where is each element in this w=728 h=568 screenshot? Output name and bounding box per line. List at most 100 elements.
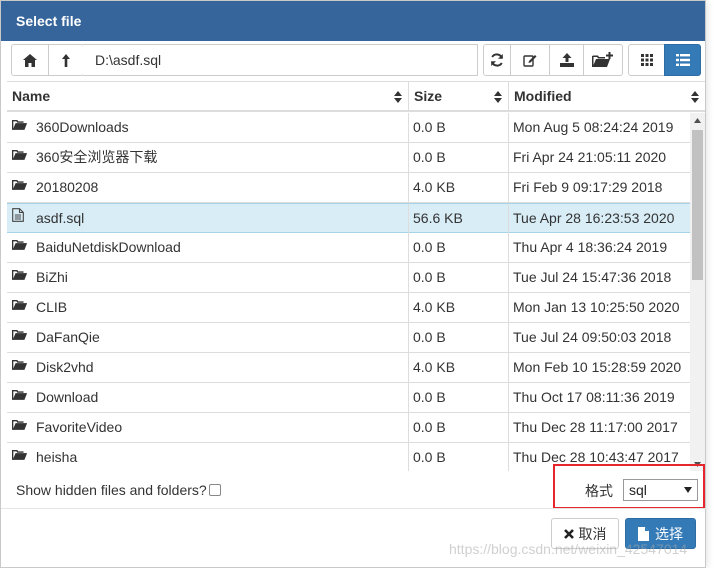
file-name: Disk2vhd: [36, 359, 94, 375]
file-modified: Mon Aug 5 08:24:24 2019: [513, 119, 674, 135]
vertical-scrollbar[interactable]: [690, 113, 705, 471]
show-hidden-checkbox[interactable]: [209, 484, 221, 496]
refresh-icon: [491, 53, 503, 67]
file-table: Name Size Modified 360Downloads 0.0 B Mon …: [7, 81, 705, 471]
table-header: Name Size Modified: [7, 82, 705, 112]
file-modified: Thu Oct 17 08:11:36 2019: [513, 389, 675, 405]
file-size: 0.0 B: [413, 419, 446, 435]
file-name-cell: 360Downloads: [12, 113, 407, 142]
home-icon: [23, 53, 37, 67]
upload-button[interactable]: [549, 44, 584, 76]
path-input[interactable]: D:\asdf.sql: [83, 44, 478, 76]
file-size: 0.0 B: [413, 119, 446, 135]
up-button[interactable]: [48, 44, 84, 76]
column-header-modified[interactable]: Modified: [509, 82, 705, 112]
file-name-cell: Disk2vhd: [12, 353, 407, 382]
table-row[interactable]: 360安全浏览器下载 0.0 B Fri Apr 24 21:05:11 2020: [7, 143, 690, 173]
file-size: 4.0 KB: [413, 359, 456, 375]
file-modified: Fri Apr 24 21:05:11 2020: [513, 149, 667, 165]
file-name: BaiduNetdiskDownload: [36, 239, 181, 255]
table-row[interactable]: Disk2vhd 4.0 KB Mon Feb 10 15:28:59 2020: [7, 353, 690, 383]
folder-open-icon: [12, 443, 30, 471]
new-folder-button[interactable]: [583, 44, 623, 76]
file-icon: [638, 526, 649, 541]
file-modified: Fri Feb 9 09:17:29 2018: [513, 179, 663, 195]
scroll-up-arrow-icon[interactable]: [690, 113, 705, 128]
grid-view-button[interactable]: [628, 44, 665, 76]
table-row[interactable]: 360Downloads 0.0 B Mon Aug 5 08:24:24 2019: [7, 113, 690, 143]
file-name: DaFanQie: [36, 329, 100, 345]
refresh-button[interactable]: [483, 44, 511, 76]
file-name: CLIB: [36, 299, 68, 315]
file-name: 360Downloads: [36, 119, 129, 135]
file-name-cell: BaiduNetdiskDownload: [12, 233, 407, 262]
file-name-cell: asdf.sql: [12, 204, 407, 233]
table-body: 360Downloads 0.0 B Mon Aug 5 08:24:24 2019…: [7, 113, 690, 471]
table-row[interactable]: Download 0.0 B Thu Oct 17 08:11:36 2019: [7, 383, 690, 413]
file-name-cell: BiZhi: [12, 263, 407, 292]
file-modified: Mon Jan 13 10:25:50 2020: [513, 299, 680, 315]
footer-divider: [1, 508, 707, 509]
format-label: 格式: [585, 483, 613, 499]
new-folder-icon: [592, 52, 613, 67]
home-button[interactable]: [11, 44, 49, 76]
edit-button[interactable]: [510, 44, 550, 76]
file-size: 0.0 B: [413, 329, 446, 345]
folder-open-icon: [12, 353, 30, 381]
file-size: 0.0 B: [413, 149, 446, 165]
file-name: FavoriteVideo: [36, 419, 123, 435]
file-modified: Tue Jul 24 15:47:36 2018: [513, 269, 672, 285]
scroll-thumb[interactable]: [692, 130, 703, 280]
file-size: 56.6 KB: [413, 210, 463, 226]
file-size: 4.0 KB: [413, 299, 456, 315]
file-name-cell: Download: [12, 383, 407, 412]
table-row[interactable]: FavoriteVideo 0.0 B Thu Dec 28 11:17:00 20…: [7, 413, 690, 443]
column-header-size[interactable]: Size: [409, 82, 508, 112]
file-name: 360安全浏览器下载: [36, 149, 158, 165]
file-modified: Thu Dec 28 11:17:00 2017: [513, 419, 678, 435]
file-dialog: Select file D:\asdf.sql Name Size Modifi…: [0, 0, 707, 568]
column-header-label: Name: [12, 88, 51, 104]
grid-view-icon: [640, 54, 653, 66]
table-row[interactable]: BiZhi 0.0 B Tue Jul 24 15:47:36 2018: [7, 263, 690, 293]
list-view-icon: [675, 54, 690, 66]
table-row[interactable]: DaFanQie 0.0 B Tue Jul 24 09:50:03 2018: [7, 323, 690, 353]
file-name-cell: heisha: [12, 443, 407, 471]
arrow-up-icon: [62, 53, 70, 67]
folder-open-icon: [12, 293, 30, 321]
toolbar: D:\asdf.sql: [11, 44, 701, 76]
file-modified: Tue Jul 24 09:50:03 2018: [513, 329, 672, 345]
folder-open-icon: [12, 233, 30, 261]
folder-open-icon: [12, 173, 30, 201]
upload-icon: [559, 53, 574, 67]
format-select[interactable]: sql: [623, 479, 698, 501]
file-modified: Tue Apr 28 16:23:53 2020: [513, 210, 675, 226]
file-size: 0.0 B: [413, 449, 446, 465]
show-hidden-label: Show hidden files and folders?: [16, 482, 207, 498]
folder-open-icon: [12, 263, 30, 291]
list-view-button[interactable]: [664, 44, 701, 76]
table-row[interactable]: BaiduNetdiskDownload 0.0 B Thu Apr 4 18:36…: [7, 233, 690, 263]
sort-icon: [394, 91, 402, 103]
file-size: 0.0 B: [413, 389, 446, 405]
file-text-icon: [12, 204, 30, 232]
sort-icon: [494, 91, 502, 103]
table-row[interactable]: asdf.sql 56.6 KB Tue Apr 28 16:23:53 2020: [7, 203, 690, 234]
file-modified: Mon Feb 10 15:28:59 2020: [513, 359, 682, 375]
table-row[interactable]: CLIB 4.0 KB Mon Jan 13 10:25:50 2020: [7, 293, 690, 323]
file-size: 0.0 B: [413, 269, 446, 285]
folder-open-icon: [12, 383, 30, 411]
file-name: Download: [36, 389, 99, 405]
column-header-name[interactable]: Name: [7, 82, 408, 112]
watermark-text: https://blog.csdn.net/weixin_42547014: [449, 541, 688, 557]
chevron-down-icon: [684, 487, 692, 493]
folder-open-icon: [12, 413, 30, 441]
folder-open-icon: [12, 143, 30, 171]
table-row[interactable]: 20180208 4.0 KB Fri Feb 9 09:17:29 2018: [7, 173, 690, 203]
dialog-footer: Show hidden files and folders? 格式 sql 取消…: [1, 464, 707, 568]
format-select-value: sql: [629, 482, 647, 498]
file-size: 0.0 B: [413, 239, 446, 255]
close-icon: [563, 528, 574, 539]
file-modified: Thu Apr 4 18:36:24 2019: [513, 239, 668, 255]
column-header-label: Size: [414, 88, 443, 104]
